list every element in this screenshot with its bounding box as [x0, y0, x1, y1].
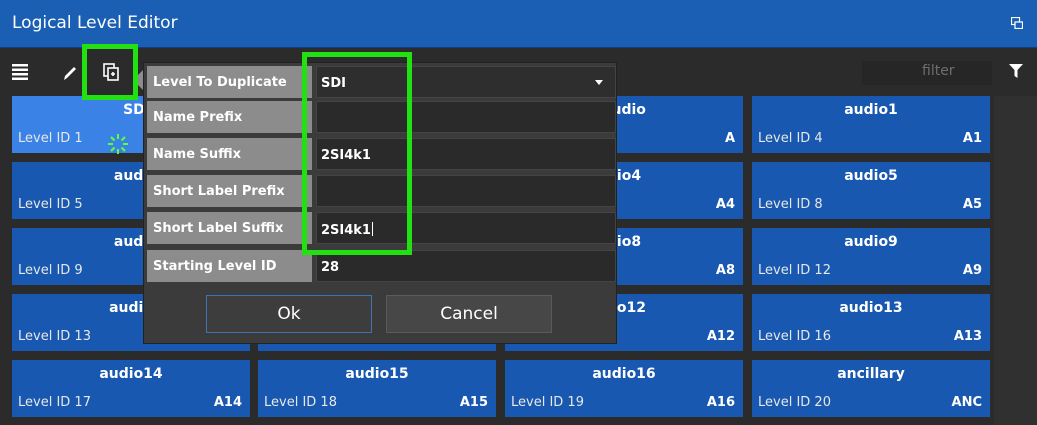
starting-level-id-label: Starting Level ID	[147, 250, 312, 282]
starting-level-id-field[interactable]: 28	[316, 250, 616, 282]
name-suffix-field[interactable]: 2SI4k1	[316, 138, 616, 170]
level-short-label: A13	[953, 329, 982, 344]
level-id: Level ID 12	[758, 263, 831, 278]
level-short-label: A15	[459, 395, 488, 410]
level-tile[interactable]: audio14 Level ID 17 A14	[12, 360, 250, 417]
short-label-suffix-label: Short Label Suffix	[147, 212, 312, 244]
level-id: Level ID 19	[511, 395, 584, 410]
level-short-label: A14	[213, 395, 242, 410]
level-short-label: A1	[962, 131, 982, 146]
short-label-suffix-value: 2SI4k1	[321, 223, 371, 238]
level-tile[interactable]: ancillary Level ID 20 ANC	[752, 360, 990, 417]
level-name: audio1	[844, 102, 898, 118]
level-short-label: A12	[706, 329, 735, 344]
level-short-label: A	[724, 131, 735, 146]
scroll-strip[interactable]	[994, 96, 1037, 425]
chevron-down-icon[interactable]	[595, 80, 603, 85]
starting-level-id-value: 28	[321, 260, 340, 275]
loading-spinner-icon	[108, 134, 128, 154]
level-name: audio9	[844, 234, 898, 250]
level-name: audio13	[839, 300, 903, 316]
level-name: SDI	[123, 102, 150, 118]
level-tile[interactable]: audio9 Level ID 12 A9	[752, 228, 990, 285]
level-tile[interactable]: audio13 Level ID 16 A13	[752, 294, 990, 351]
duplicate-level-icon[interactable]	[103, 63, 121, 81]
window-restore-icon[interactable]	[1011, 17, 1023, 29]
level-tile[interactable]: audio5 Level ID 8 A5	[752, 162, 990, 219]
level-id: Level ID 1	[18, 131, 83, 146]
name-suffix-label: Name Suffix	[147, 138, 312, 170]
level-tile[interactable]: audio16 Level ID 19 A16	[505, 360, 743, 417]
filter-input[interactable]: filter	[862, 61, 992, 85]
level-to-duplicate-row: Level To Duplicate SDI	[147, 66, 616, 98]
level-tile[interactable]: audio1 Level ID 4 A1	[752, 96, 990, 153]
short-label-suffix-field[interactable]: 2SI4k1	[316, 212, 616, 244]
name-prefix-row: Name Prefix	[147, 101, 616, 133]
ok-button[interactable]: Ok	[206, 295, 372, 333]
level-id: Level ID 13	[18, 329, 91, 344]
level-tile[interactable]: audio15 Level ID 18 A15	[258, 360, 496, 417]
short-label-suffix-row: Short Label Suffix 2SI4k1	[147, 212, 616, 244]
level-id: Level ID 17	[18, 395, 91, 410]
level-short-label: ANC	[951, 395, 982, 410]
name-suffix-value: 2SI4k1	[321, 148, 371, 163]
short-label-prefix-label: Short Label Prefix	[147, 175, 312, 207]
level-id: Level ID 18	[264, 395, 337, 410]
text-cursor	[371, 222, 373, 236]
dialog-pointer	[133, 70, 143, 90]
window-title: Logical Level Editor	[12, 13, 178, 33]
funnel-icon[interactable]	[1009, 64, 1023, 78]
level-to-duplicate-select[interactable]: SDI	[316, 66, 616, 98]
name-suffix-row: Name Suffix 2SI4k1	[147, 138, 616, 170]
list-icon[interactable]	[12, 63, 28, 81]
level-short-label: A5	[962, 197, 982, 212]
level-short-label: A16	[706, 395, 735, 410]
starting-level-id-row: Starting Level ID 28	[147, 250, 616, 282]
level-short-label: A9	[962, 263, 982, 278]
level-id: Level ID 9	[18, 263, 83, 278]
level-id: Level ID 8	[758, 197, 823, 212]
level-id: Level ID 5	[18, 197, 83, 212]
name-prefix-label: Name Prefix	[147, 101, 312, 133]
name-prefix-field[interactable]	[316, 101, 616, 133]
level-to-duplicate-value: SDI	[321, 76, 346, 91]
edit-pencil-icon[interactable]	[62, 64, 78, 82]
title-bar: Logical Level Editor	[0, 0, 1037, 48]
short-label-prefix-field[interactable]	[316, 175, 616, 207]
level-short-label: A8	[715, 263, 735, 278]
level-id: Level ID 20	[758, 395, 831, 410]
level-short-label: A4	[715, 197, 735, 212]
short-label-prefix-row: Short Label Prefix	[147, 175, 616, 207]
level-id: Level ID 4	[758, 131, 823, 146]
level-to-duplicate-label: Level To Duplicate	[147, 66, 312, 98]
level-name: audio16	[592, 366, 656, 382]
level-name: audio5	[844, 168, 898, 184]
level-id: Level ID 16	[758, 329, 831, 344]
level-name: audio14	[99, 366, 163, 382]
level-name: audio15	[345, 366, 409, 382]
level-name: ancillary	[837, 366, 905, 382]
cancel-button[interactable]: Cancel	[386, 295, 552, 333]
